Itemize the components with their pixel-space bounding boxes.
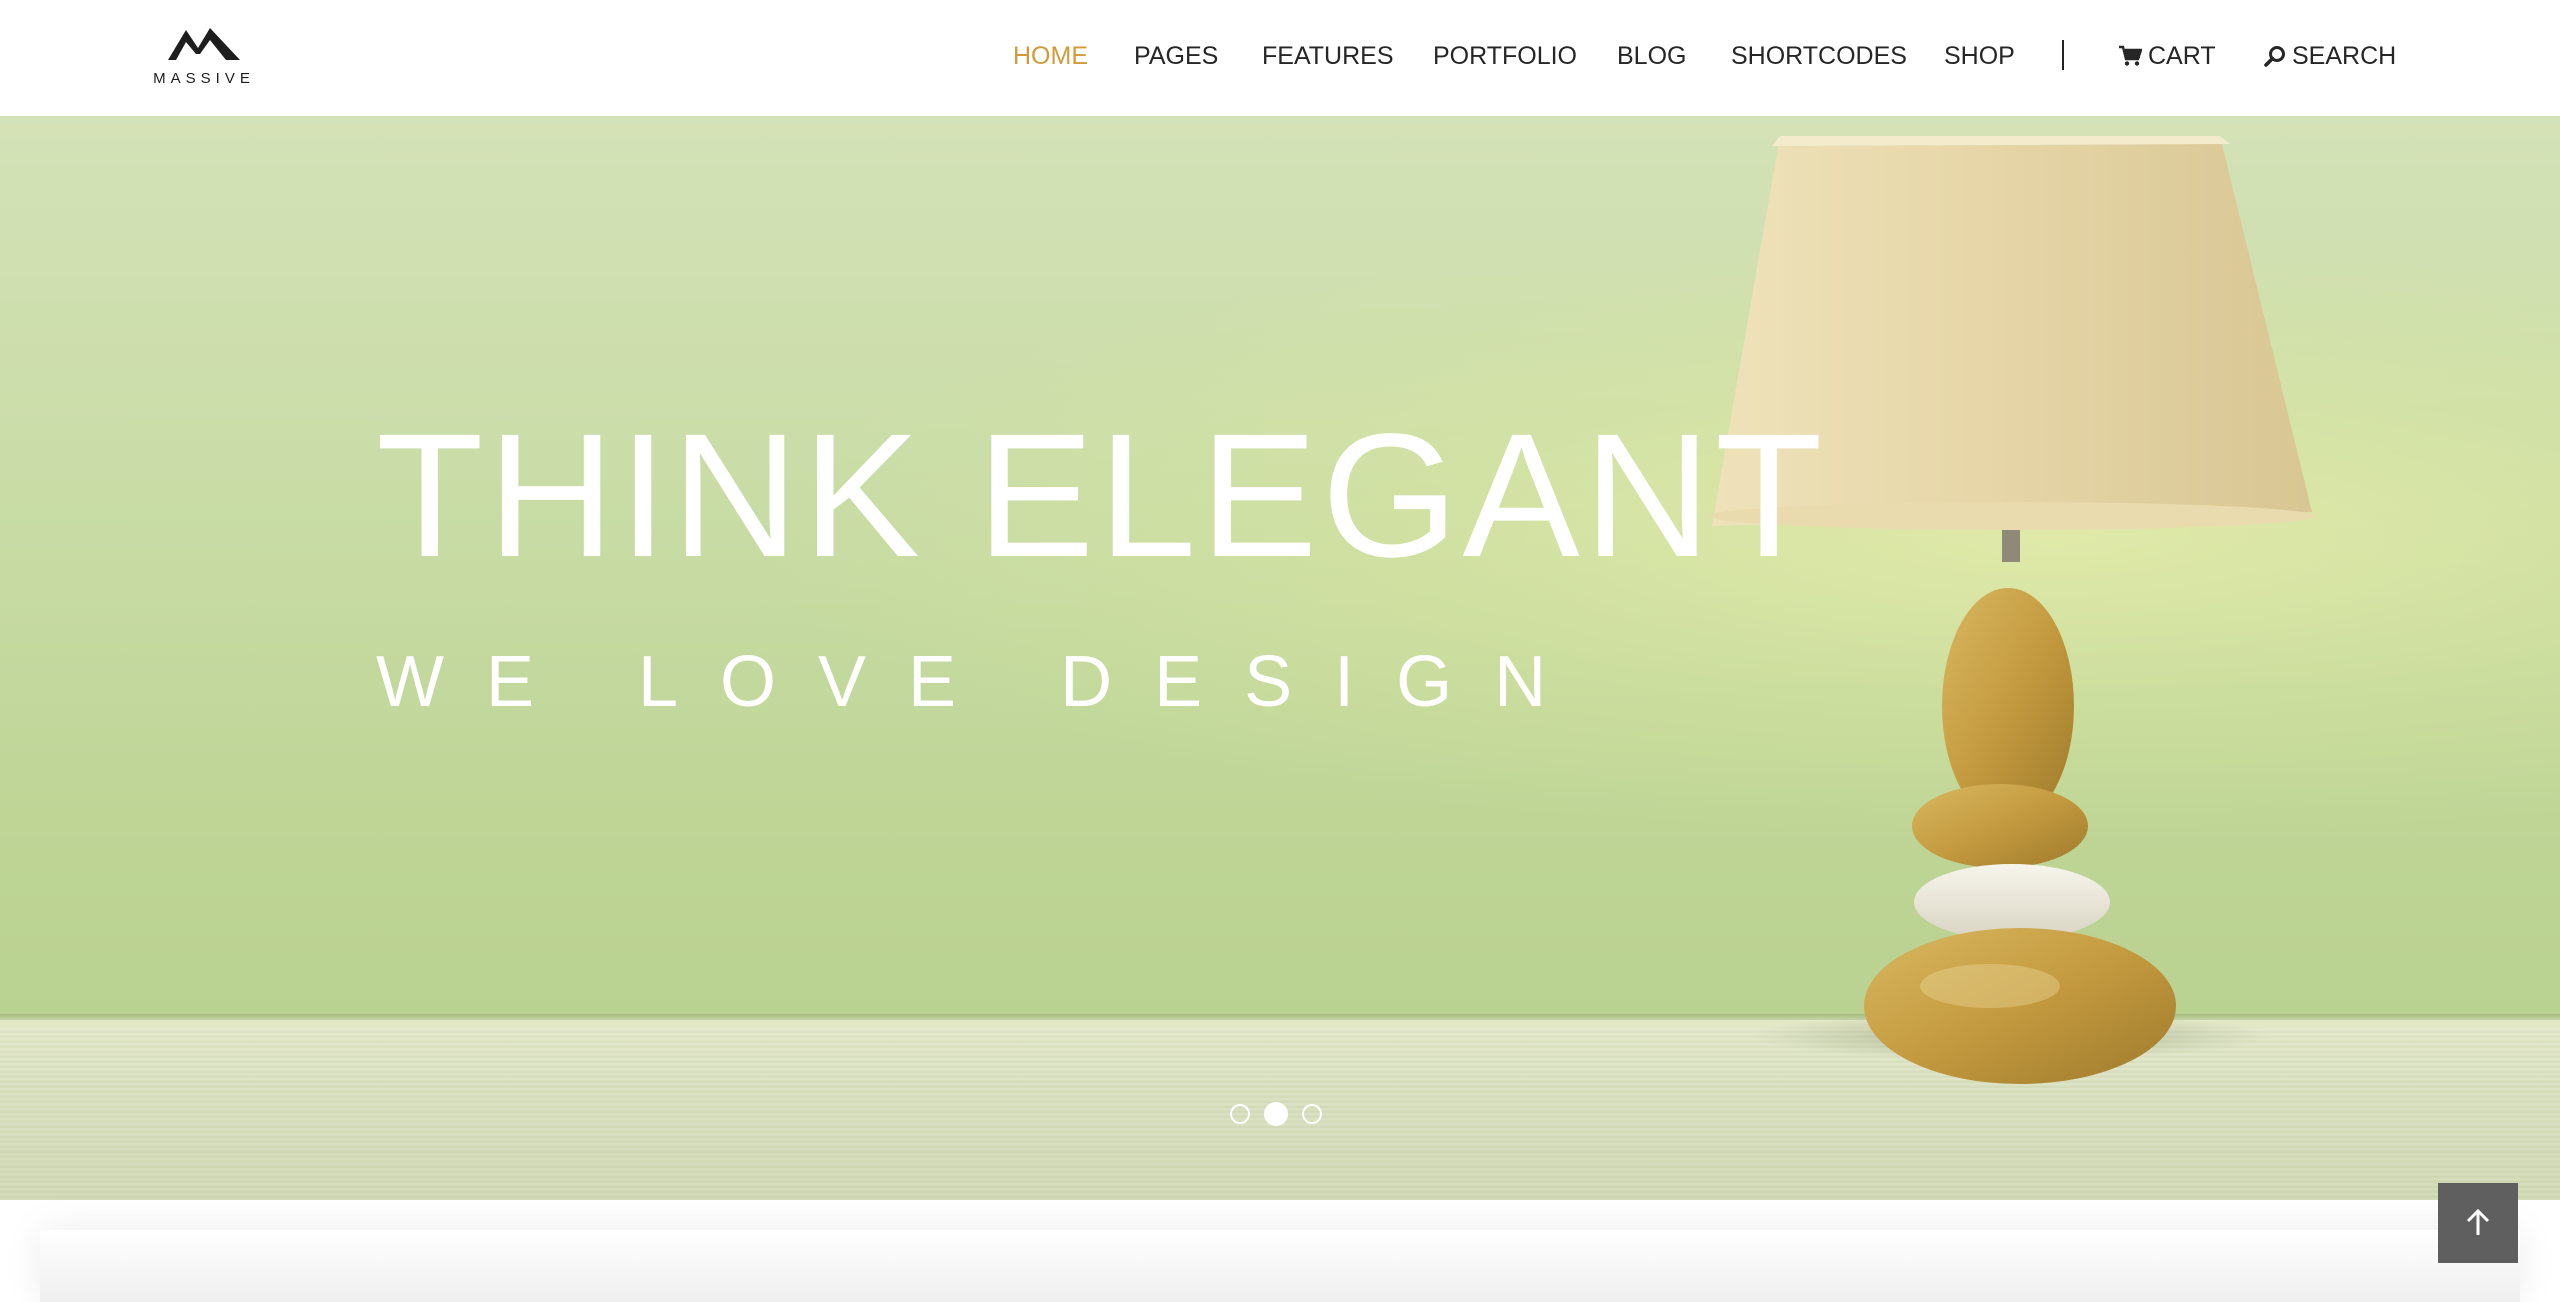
nav-item-pages[interactable]: PAGES <box>1134 40 1218 72</box>
nav-divider <box>2062 40 2064 70</box>
nav-search-link[interactable]: SEARCH <box>2264 40 2396 72</box>
scroll-to-top-button[interactable] <box>2438 1183 2518 1263</box>
slider-dot-2[interactable] <box>1264 1102 1288 1126</box>
table-lamp-image <box>1710 136 2314 1084</box>
hero-subtitle: WE LOVE DESIGN <box>376 642 1589 722</box>
arrow-up-icon <box>2466 1208 2490 1235</box>
nav-search-label: SEARCH <box>2292 42 2397 70</box>
slider-dot-3[interactable] <box>1302 1104 1322 1124</box>
content-card-edge <box>40 1230 2520 1302</box>
nav-item-home[interactable]: HOME <box>1013 40 1088 72</box>
main-nav: HOME PAGES FEATURES PORTFOLIO BLOG SHORT… <box>0 0 2560 116</box>
hero-slider: THINK ELEGANT WE LOVE DESIGN <box>0 116 2560 1200</box>
nav-item-blog[interactable]: BLOG <box>1617 40 1686 72</box>
hero-title: THINK ELEGANT <box>376 398 1827 594</box>
site-header: MASSIVE HOME PAGES FEATURES PORTFOLIO BL… <box>0 0 2560 116</box>
nav-item-portfolio[interactable]: PORTFOLIO <box>1433 40 1577 72</box>
nav-item-features[interactable]: FEATURES <box>1262 40 1394 72</box>
slider-dot-1[interactable] <box>1230 1104 1250 1124</box>
nav-cart-label: CART <box>2148 42 2216 70</box>
slider-pagination <box>1230 1102 1336 1126</box>
search-icon <box>2264 45 2286 67</box>
nav-item-shop[interactable]: SHOP <box>1944 40 2015 72</box>
nav-item-shortcodes[interactable]: SHORTCODES <box>1731 40 1907 72</box>
shopping-cart-icon <box>2118 45 2142 67</box>
nav-cart-link[interactable]: CART <box>2118 40 2216 72</box>
